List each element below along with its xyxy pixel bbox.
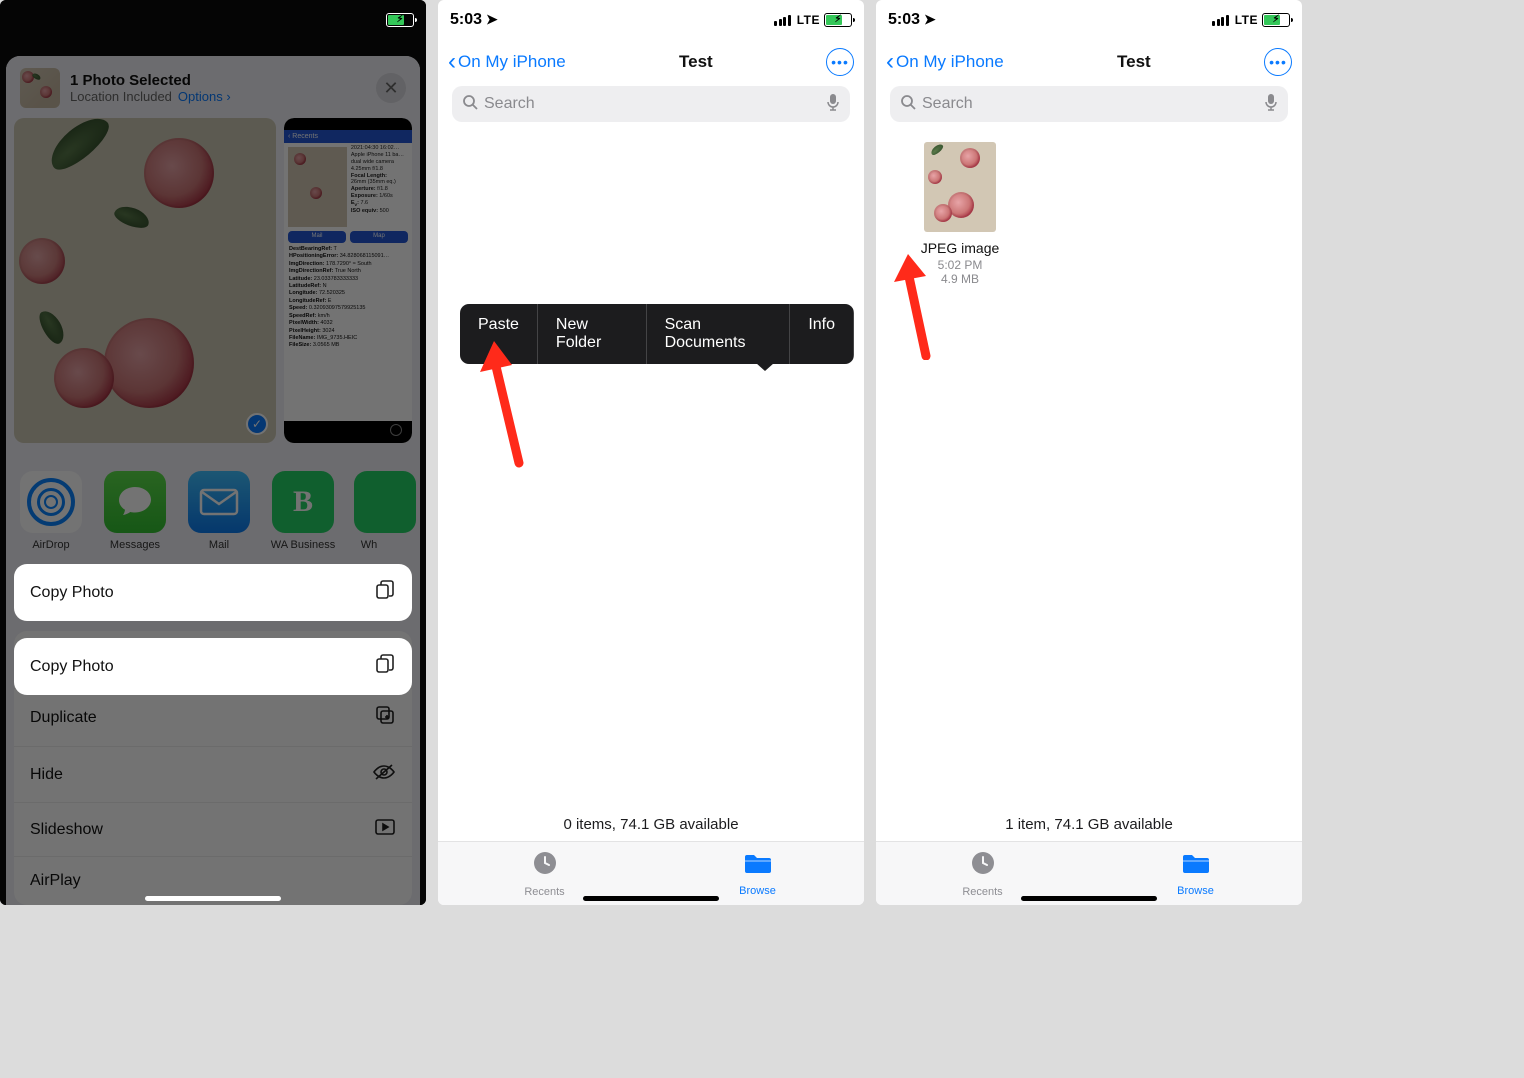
signal-icon <box>1212 15 1229 26</box>
network-label: LTE <box>1235 13 1258 27</box>
action-hide[interactable]: Hide <box>14 747 412 803</box>
mic-icon[interactable] <box>826 93 840 116</box>
header-subtitle: Location Included <box>70 89 172 104</box>
nav-title: Test <box>1117 52 1151 72</box>
context-menu-new-folder[interactable]: New Folder <box>538 304 647 364</box>
home-indicator[interactable] <box>1021 896 1157 901</box>
status-time: 5:03 <box>450 11 482 28</box>
status-bar: 5:03➤ LTE ⚡︎ <box>876 0 1302 40</box>
nav-title: Test <box>679 52 713 72</box>
context-menu-paste[interactable]: Paste <box>460 304 538 364</box>
mail-icon <box>188 471 250 533</box>
file-name: JPEG image <box>900 240 1020 256</box>
clock-icon <box>970 850 996 883</box>
share-sheet-header: 1 Photo Selected Location Included Optio… <box>6 56 420 118</box>
messages-icon <box>104 471 166 533</box>
file-item[interactable]: JPEG image 5:02 PM 4.9 MB <box>900 142 1020 286</box>
mic-icon[interactable] <box>1264 93 1278 116</box>
phone-screen-3: 5:03➤ LTE ⚡︎ ‹On My iPhone Test ••• Sear… <box>876 0 1302 905</box>
status-time: 5:03 <box>888 11 920 28</box>
header-title: 1 Photo Selected <box>70 72 366 89</box>
back-button[interactable]: ‹On My iPhone <box>448 50 566 74</box>
chevron-left-icon: ‹ <box>448 50 456 74</box>
status-bar: 5:03➤ LTE ⚡︎ <box>438 0 864 40</box>
share-app-whatsapp[interactable]: Wh <box>354 471 384 546</box>
context-menu: Paste New Folder Scan Documents Info <box>460 304 854 364</box>
file-grid: JPEG image 5:02 PM 4.9 MB <box>900 142 1020 286</box>
location-arrow-icon: ➤ <box>924 11 936 27</box>
share-actions-list: Copy Photo Add to Album Duplicate Hide <box>6 556 420 905</box>
battery-icon: ⚡︎ <box>824 13 852 27</box>
home-indicator[interactable] <box>145 896 281 901</box>
whatsapp-business-icon: B <box>272 471 334 533</box>
slideshow-icon <box>374 818 396 841</box>
action-copy-photo-highlight[interactable]: Copy Photo <box>14 638 412 695</box>
search-icon <box>462 94 478 115</box>
signal-icon <box>774 15 791 26</box>
chevron-left-icon: ‹ <box>886 50 894 74</box>
whatsapp-icon <box>354 471 416 533</box>
share-app-airdrop[interactable]: AirDrop <box>18 471 84 546</box>
clock-icon <box>532 850 558 883</box>
copy-icon <box>374 653 396 680</box>
share-app-wa-business[interactable]: B WA Business <box>270 471 336 546</box>
hide-icon <box>372 762 396 787</box>
location-arrow-icon: ➤ <box>486 11 498 27</box>
share-apps-row[interactable]: AirDrop Messages Mail B WA Business Wh <box>6 443 420 556</box>
second-photo-preview[interactable]: ‹ Recents 2021:04:30 16:02…Apple iPhone … <box>284 118 412 443</box>
folder-icon <box>743 851 773 882</box>
context-menu-info[interactable]: Info <box>790 304 854 364</box>
more-button[interactable]: ••• <box>1264 48 1292 76</box>
files-body[interactable]: JPEG image 5:02 PM 4.9 MB 1 item, 74.1 G… <box>876 122 1302 905</box>
action-slideshow[interactable]: Slideshow <box>14 803 412 857</box>
files-body[interactable]: Paste New Folder Scan Documents Info 0 i… <box>438 122 864 905</box>
file-size: 4.9 MB <box>900 272 1020 286</box>
nav-bar: ‹On My iPhone Test ••• <box>438 40 864 82</box>
phone-screen-1: 5:02 ➤ LTE ⚡︎ 1 Photo Selected Location … <box>0 0 426 905</box>
airdrop-icon <box>20 471 82 533</box>
file-thumbnail <box>924 142 996 232</box>
nav-bar: ‹On My iPhone Test ••• <box>876 40 1302 82</box>
share-app-mail[interactable]: Mail <box>186 471 252 546</box>
selected-checkmark-icon: ✓ <box>246 413 268 435</box>
share-app-messages[interactable]: Messages <box>102 471 168 546</box>
phone-screen-2: 5:03➤ LTE ⚡︎ ‹On My iPhone Test ••• Sear… <box>438 0 864 905</box>
more-button[interactable]: ••• <box>826 48 854 76</box>
copy-icon <box>374 579 396 606</box>
search-placeholder: Search <box>484 95 535 113</box>
duplicate-icon <box>374 704 396 731</box>
folder-icon <box>1181 851 1211 882</box>
home-indicator[interactable] <box>583 896 719 901</box>
header-thumbnail <box>20 68 60 108</box>
search-icon <box>900 94 916 115</box>
storage-status: 1 item, 74.1 GB available <box>876 816 1302 833</box>
context-menu-scan-documents[interactable]: Scan Documents <box>647 304 791 364</box>
action-duplicate[interactable]: Duplicate <box>14 689 412 747</box>
action-copy-photo[interactable]: Copy Photo <box>14 564 412 621</box>
back-button[interactable]: ‹On My iPhone <box>886 50 1004 74</box>
share-sheet: 1 Photo Selected Location Included Optio… <box>6 56 420 905</box>
close-button[interactable]: ✕ <box>376 73 406 103</box>
battery-icon: ⚡︎ <box>386 13 414 27</box>
exif-preview-content: ‹ Recents 2021:04:30 16:02…Apple iPhone … <box>284 118 412 443</box>
preview-row: ✓ ‹ Recents 2021:04:30 16:02…Apple iPhon… <box>6 118 420 443</box>
file-time: 5:02 PM <box>900 258 1020 272</box>
storage-status: 0 items, 74.1 GB available <box>438 816 864 833</box>
search-field[interactable]: Search <box>452 86 850 122</box>
selected-photo-preview[interactable]: ✓ <box>14 118 276 443</box>
search-field[interactable]: Search <box>890 86 1288 122</box>
battery-icon: ⚡︎ <box>1262 13 1290 27</box>
search-placeholder: Search <box>922 95 973 113</box>
options-button[interactable]: Options › <box>178 89 231 104</box>
network-label: LTE <box>797 13 820 27</box>
